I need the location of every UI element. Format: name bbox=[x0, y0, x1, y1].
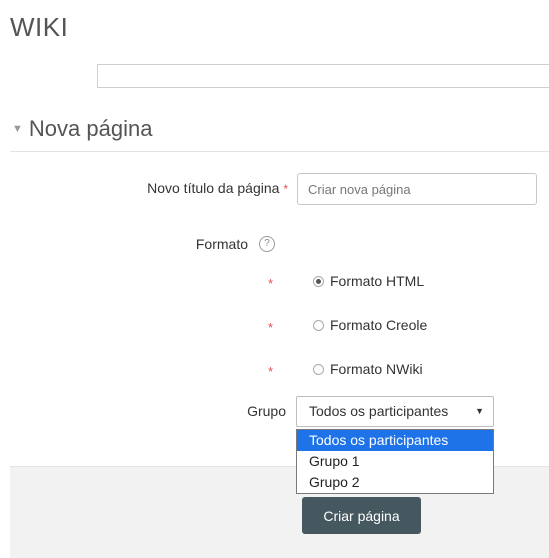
required-icon: * bbox=[283, 182, 288, 196]
group-label: Grupo bbox=[247, 403, 286, 419]
dropdown-arrow-icon: ▼ bbox=[475, 406, 484, 416]
radio-label-nwiki: Formato NWiki bbox=[330, 361, 423, 377]
group-option[interactable]: Todos os participantes bbox=[297, 430, 493, 451]
radio-format-nwiki[interactable] bbox=[313, 364, 324, 375]
group-select[interactable]: Todos os participantes ▼ bbox=[296, 396, 494, 427]
radio-label-creole: Formato Creole bbox=[330, 317, 428, 333]
divider bbox=[10, 151, 549, 152]
radio-format-html[interactable] bbox=[313, 276, 324, 287]
radio-label-html: Formato HTML bbox=[330, 273, 425, 289]
radio-format-creole[interactable] bbox=[313, 320, 324, 331]
top-input-box[interactable] bbox=[97, 64, 549, 88]
create-page-button[interactable]: Criar página bbox=[302, 497, 421, 534]
group-option[interactable]: Grupo 2 bbox=[297, 472, 493, 493]
collapse-triangle-icon[interactable]: ▼ bbox=[12, 123, 23, 135]
group-dropdown-list: Todos os participantes Grupo 1 Grupo 2 bbox=[296, 429, 494, 494]
section-header[interactable]: ▼ Nova página bbox=[12, 116, 152, 142]
required-icon: * bbox=[268, 320, 274, 335]
group-option[interactable]: Grupo 1 bbox=[297, 451, 493, 472]
required-icon: * bbox=[268, 364, 274, 379]
page-title-label-text: Novo título da página bbox=[147, 180, 280, 196]
group-select-value: Todos os participantes bbox=[309, 403, 449, 419]
page-title-input[interactable] bbox=[297, 173, 537, 205]
page-title: WIKI bbox=[10, 12, 69, 42]
format-label: Formato bbox=[195, 236, 248, 252]
section-title: Nova página bbox=[28, 116, 153, 141]
page-title-label: Novo título da página * bbox=[100, 180, 288, 196]
help-icon[interactable]: ? bbox=[259, 236, 275, 252]
required-icon: * bbox=[268, 276, 274, 291]
